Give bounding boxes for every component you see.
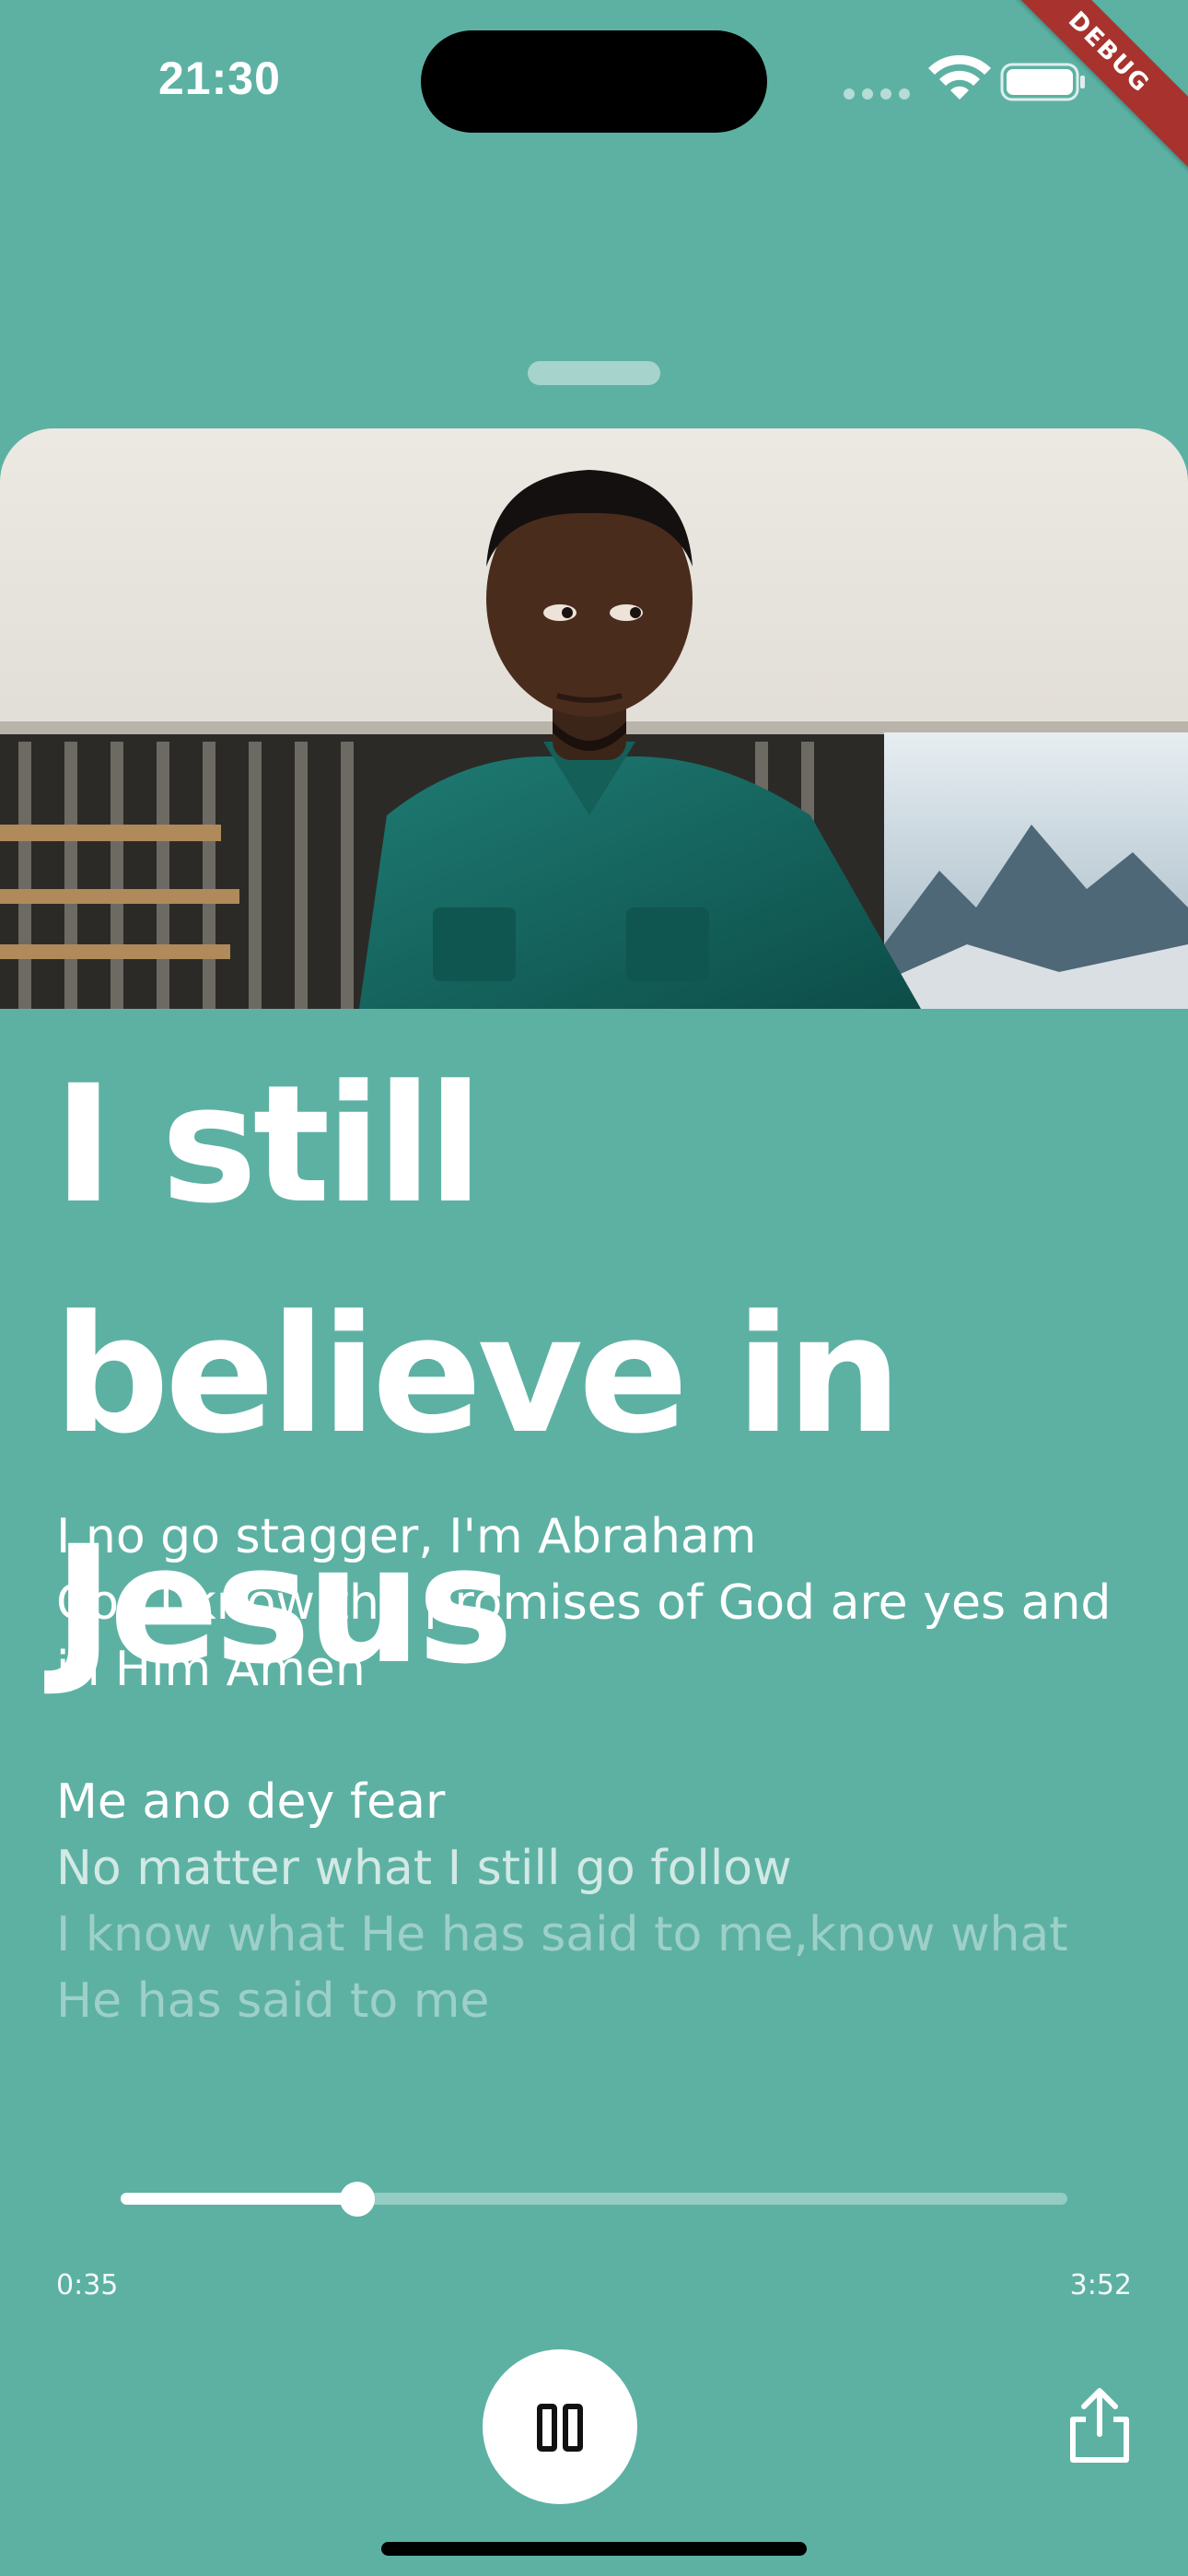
lyric-line: I no go stagger, I'm Abraham: [56, 1509, 757, 1564]
artist-photo: [0, 428, 1188, 1009]
sheet-drag-handle[interactable]: [528, 361, 660, 385]
lyric-line: Cos I know the promises of God are yes a…: [56, 1575, 1112, 1697]
share-button[interactable]: [1066, 2386, 1134, 2465]
lyric-line-upcoming: No matter what I still go follow: [56, 1841, 792, 1896]
share-icon: [1070, 2388, 1129, 2463]
total-time: 3:52: [1069, 2269, 1132, 2301]
elapsed-time: 0:35: [56, 2269, 119, 2301]
pause-icon: [537, 2404, 583, 2452]
lyric-line: Me ano dey fear: [56, 1774, 446, 1830]
dynamic-island: [421, 30, 767, 133]
wifi-icon: [928, 54, 991, 100]
progress-fill: [121, 2193, 357, 2205]
lyric-stanza-break: [56, 1703, 1143, 1769]
home-indicator: [381, 2542, 807, 2556]
pause-button[interactable]: [483, 2349, 637, 2504]
artist-artwork: [0, 428, 1188, 1009]
lyric-line-upcoming: I know what He has said to me,know what …: [56, 1907, 1068, 2029]
playback-progress-slider[interactable]: [121, 2182, 1067, 2217]
signal-dots-icon: [844, 88, 910, 100]
lyrics-panel[interactable]: I no go stagger, I'm Abraham Cos I know …: [56, 1504, 1143, 2034]
progress-thumb[interactable]: [340, 2182, 375, 2217]
status-bar-time: 21:30: [158, 53, 281, 104]
battery-icon: [1000, 63, 1085, 101]
status-bar-icons: [844, 54, 1085, 101]
